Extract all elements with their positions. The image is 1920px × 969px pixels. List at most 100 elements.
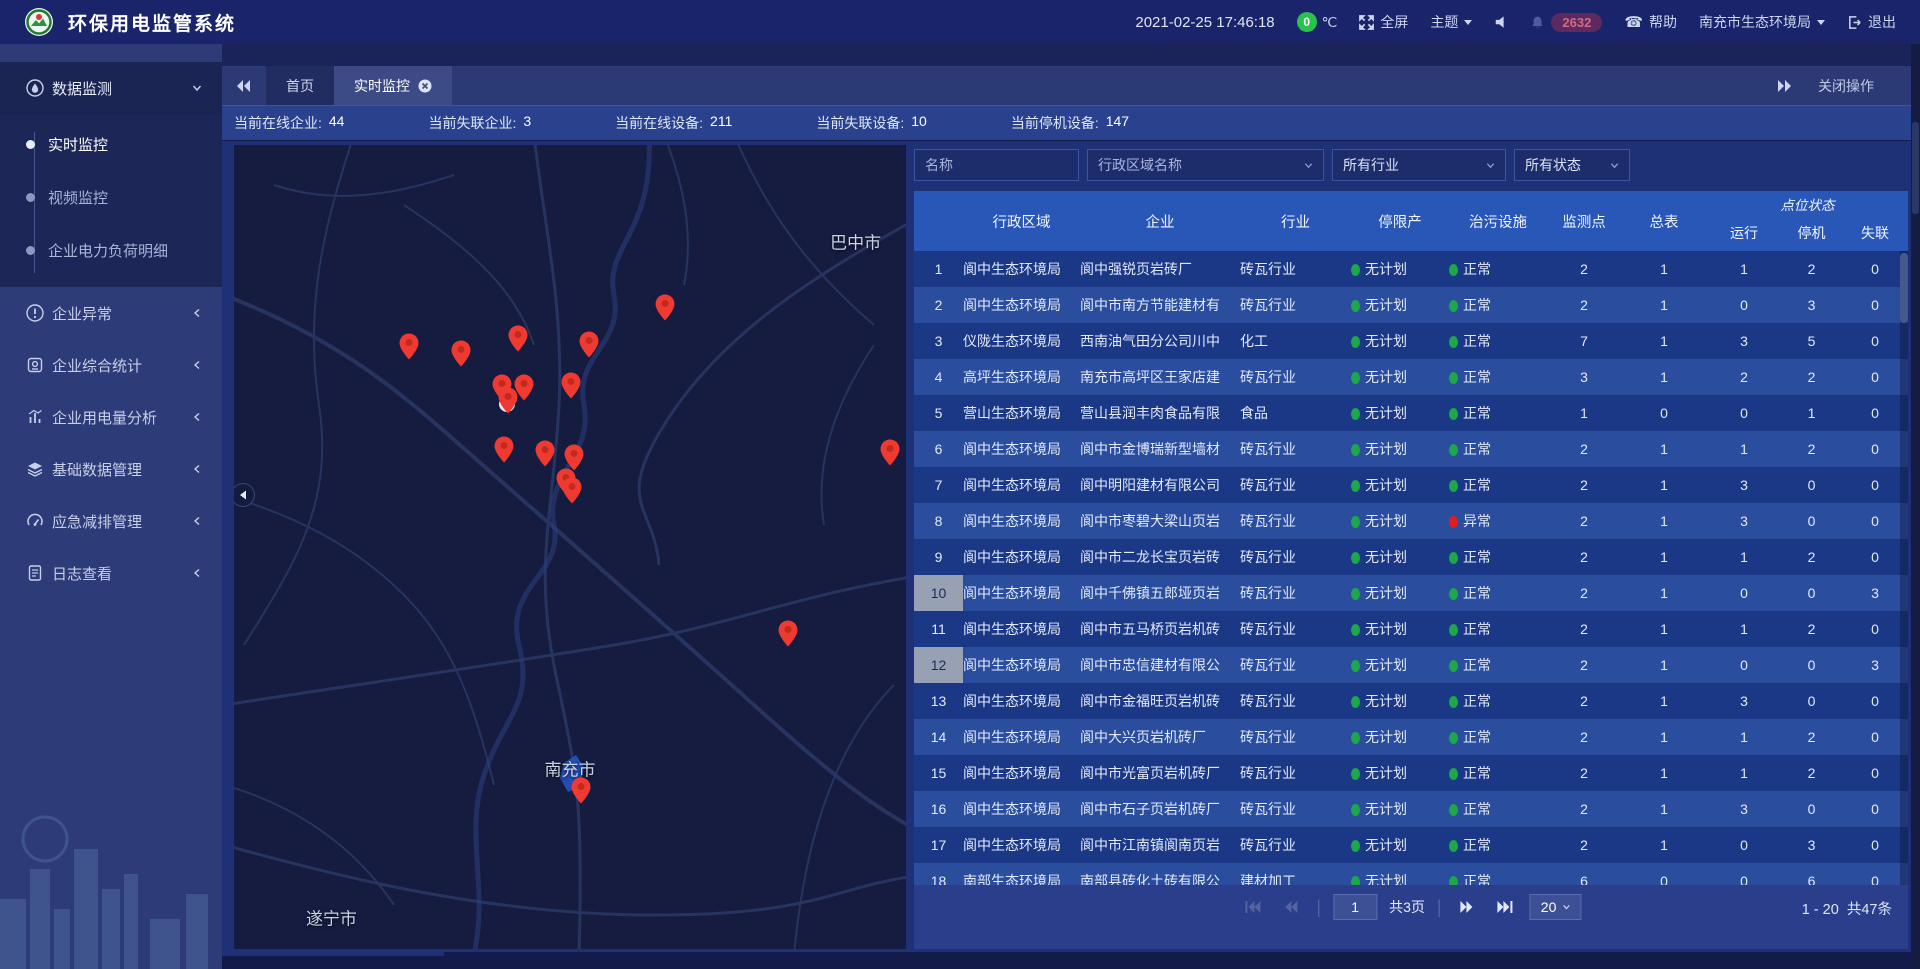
map-marker[interactable] xyxy=(778,620,798,647)
page-number-input[interactable]: 1 xyxy=(1333,894,1377,920)
sidebar-item-data-monitor[interactable]: 数据监测 xyxy=(0,62,222,114)
sidebar-item-power-analysis[interactable]: 企业用电量分析 xyxy=(0,391,222,443)
map-marker[interactable] xyxy=(494,436,514,463)
sidebar-item-log-view[interactable]: 日志查看 xyxy=(0,547,222,599)
content-area: 巴中市南充市遂宁市 行政区域名称 xyxy=(222,141,1920,956)
sidebar-item-emergency-reduction[interactable]: 应急减排管理 xyxy=(0,495,222,547)
table-row[interactable]: 3仪陇生态环境局西南油气田分公司川中化工无计划正常71350 xyxy=(914,323,1908,359)
row-index: 1 xyxy=(914,251,963,287)
map-marker[interactable] xyxy=(562,477,582,504)
map-marker[interactable] xyxy=(561,372,581,399)
table-row[interactable]: 12阆中生态环境局阆中市忠信建材有限公砖瓦行业无计划正常21003 xyxy=(914,647,1908,683)
table-row[interactable]: 8阆中生态环境局阆中市枣碧大梁山页岩砖瓦行业无计划异常21300 xyxy=(914,503,1908,539)
close-operations-button[interactable]: 关闭操作 xyxy=(1818,76,1874,96)
map-marker[interactable] xyxy=(399,333,419,360)
logout-button[interactable]: 退出 xyxy=(1847,12,1896,32)
last-page-button[interactable] xyxy=(1492,894,1518,920)
sound-toggle[interactable] xyxy=(1494,15,1508,29)
map-marker[interactable] xyxy=(655,294,675,321)
next-page-icon xyxy=(1459,900,1474,914)
map-marker[interactable] xyxy=(579,331,599,358)
first-page-button[interactable] xyxy=(1240,894,1266,920)
table-row[interactable]: 10阆中生态环境局阆中千佛镇五郎垭页岩砖瓦行业无计划正常21003 xyxy=(914,575,1908,611)
stat-online-devices: 当前在线设备:211 xyxy=(615,113,732,133)
table-row[interactable]: 6阆中生态环境局阆中市金博瑞新型墙材砖瓦行业无计划正常21120 xyxy=(914,431,1908,467)
total-pages-label: 共3页 xyxy=(1389,897,1425,917)
tab-realtime-monitor[interactable]: 实时监控 xyxy=(334,66,452,105)
map-marker[interactable] xyxy=(451,340,471,367)
theme-dropdown[interactable]: 主题 xyxy=(1430,12,1472,32)
green-status-dot-icon xyxy=(1351,552,1360,564)
tabs-scroll-right-icon[interactable] xyxy=(1776,79,1792,93)
tab-close-icon[interactable] xyxy=(418,79,432,93)
name-filter-input[interactable] xyxy=(914,149,1079,181)
table-row[interactable]: 13阆中生态环境局阆中市金福旺页岩机砖砖瓦行业无计划正常21300 xyxy=(914,683,1908,719)
map-marker[interactable] xyxy=(571,777,591,804)
col-header-region: 行政区域 xyxy=(963,191,1080,251)
table-row[interactable]: 16阆中生态环境局阆中市石子页岩机砖厂砖瓦行业无计划正常21300 xyxy=(914,791,1908,827)
map-marker[interactable] xyxy=(535,440,555,467)
page-size-select[interactable]: 20 xyxy=(1530,894,1582,920)
table-row[interactable]: 7阆中生态环境局阆中明阳建材有限公司砖瓦行业无计划正常21300 xyxy=(914,467,1908,503)
sidebar-item-label: 企业用电量分析 xyxy=(52,407,192,428)
row-region: 阆中生态环境局 xyxy=(963,475,1080,495)
chevron-down-icon xyxy=(1304,161,1313,170)
row-index: 7 xyxy=(914,467,963,503)
table-row[interactable]: 1阆中生态环境局阆中强锐页岩砖厂砖瓦行业无计划正常21120 xyxy=(914,251,1908,287)
region-filter-select[interactable]: 行政区域名称 xyxy=(1087,149,1324,181)
sidebar-item-realtime-monitor[interactable]: 实时监控 xyxy=(0,118,222,171)
row-stopped-count: 2 xyxy=(1781,441,1842,457)
row-limit-status: 无计划 xyxy=(1351,871,1449,885)
row-industry: 食品 xyxy=(1240,403,1351,423)
sidebar-subitem-label: 企业电力负荷明细 xyxy=(48,240,168,261)
row-stopped-count: 2 xyxy=(1781,765,1842,781)
row-company: 阆中市南方节能建材有 xyxy=(1080,295,1240,315)
sidebar-item-base-data[interactable]: 基础数据管理 xyxy=(0,443,222,495)
tabs-scroll-left-button[interactable] xyxy=(222,66,266,105)
row-region: 阆中生态环境局 xyxy=(963,799,1080,819)
row-running-count: 0 xyxy=(1707,657,1781,673)
row-lost-count: 0 xyxy=(1842,513,1908,529)
row-running-count: 3 xyxy=(1707,513,1781,529)
table-row[interactable]: 17阆中生态环境局阆中市江南镇阆南页岩砖瓦行业无计划正常21030 xyxy=(914,827,1908,863)
table-row[interactable]: 18南部生态环境局南部县砖化土砖有限公建材加工无计划正常60060 xyxy=(914,863,1908,885)
sidebar-item-video-monitor[interactable]: 视频监控 xyxy=(0,171,222,224)
table-row[interactable]: 2阆中生态环境局阆中市南方节能建材有砖瓦行业无计划正常21030 xyxy=(914,287,1908,323)
table-row[interactable]: 9阆中生态环境局阆中市二龙长宝页岩砖砖瓦行业无计划正常21120 xyxy=(914,539,1908,575)
sidebar-item-power-load-detail[interactable]: 企业电力负荷明细 xyxy=(0,224,222,277)
map-marker[interactable] xyxy=(880,439,900,466)
table-row[interactable]: 11阆中生态环境局阆中市五马桥页岩机砖砖瓦行业无计划正常21120 xyxy=(914,611,1908,647)
map-marker[interactable] xyxy=(508,325,528,352)
table-scrollbar[interactable] xyxy=(1900,251,1908,885)
table-scrollbar-thumb[interactable] xyxy=(1900,253,1908,323)
table-row[interactable]: 4高坪生态环境局南充市高坪区王家店建砖瓦行业无计划正常31220 xyxy=(914,359,1908,395)
row-total-meters: 0 xyxy=(1621,405,1707,421)
industry-filter-select[interactable]: 所有行业 xyxy=(1332,149,1506,181)
row-company: 阆中市金博瑞新型墙材 xyxy=(1080,439,1240,459)
next-page-button[interactable] xyxy=(1454,894,1480,920)
chevron-left-icon xyxy=(192,464,202,474)
table-row[interactable]: 5营山生态环境局营山县润丰肉食品有限食品无计划正常10010 xyxy=(914,395,1908,431)
green-status-dot-icon xyxy=(1351,876,1360,885)
tab-home[interactable]: 首页 xyxy=(266,66,334,105)
map-marker[interactable] xyxy=(514,374,534,401)
help-button[interactable]: ☎ 帮助 xyxy=(1624,12,1677,32)
row-monitor-points: 6 xyxy=(1547,873,1621,885)
row-monitor-points: 2 xyxy=(1547,693,1621,709)
row-facility-status: 正常 xyxy=(1449,619,1547,639)
prev-page-button[interactable] xyxy=(1278,894,1304,920)
table-row[interactable]: 14阆中生态环境局阆中大兴页岩机砖厂砖瓦行业无计划正常21120 xyxy=(914,719,1908,755)
sidebar-item-enterprise-alert[interactable]: 企业异常 xyxy=(0,287,222,339)
notifications[interactable]: 2632 xyxy=(1530,13,1602,32)
page-scrollbar-thumb[interactable] xyxy=(1912,122,1919,214)
map-panel[interactable]: 巴中市南充市遂宁市 xyxy=(234,145,906,949)
fullscreen-button[interactable]: 全屏 xyxy=(1359,12,1408,32)
sidebar-item-enterprise-stats[interactable]: 企业综合统计 xyxy=(0,339,222,391)
org-dropdown[interactable]: 南充市生态环境局 xyxy=(1699,12,1825,32)
green-status-dot-icon xyxy=(1449,552,1458,564)
enterprise-list-panel: 行政区域名称 所有行业 所有状态 xyxy=(914,145,1908,949)
page-scrollbar[interactable] xyxy=(1911,44,1920,969)
status-filter-select[interactable]: 所有状态 xyxy=(1514,149,1630,181)
table-row[interactable]: 15阆中生态环境局阆中市光富页岩机砖厂砖瓦行业无计划正常21120 xyxy=(914,755,1908,791)
map-collapse-button[interactable] xyxy=(234,483,255,507)
